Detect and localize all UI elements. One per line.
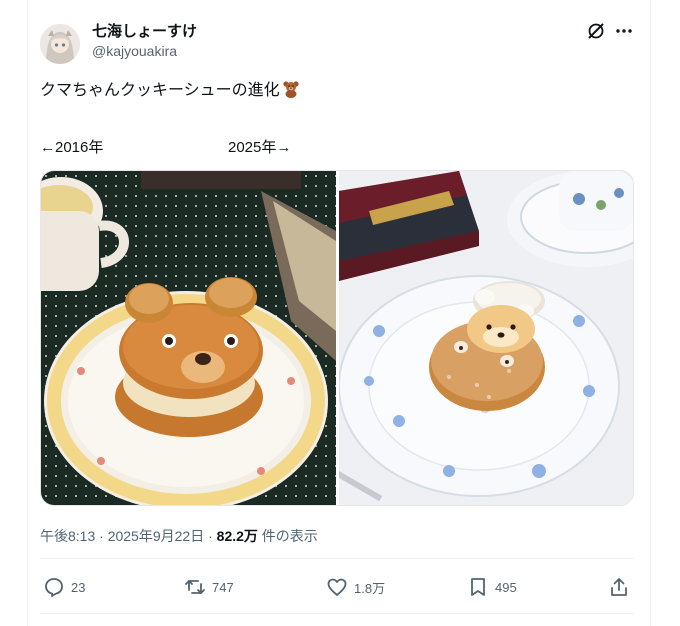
avatar[interactable] xyxy=(40,24,80,64)
user-handle[interactable]: @kajyouakira xyxy=(92,43,177,59)
meta-separator: · xyxy=(204,528,217,544)
post-time[interactable]: 午後8:13 xyxy=(40,528,95,544)
reply-button[interactable]: 23 xyxy=(43,576,85,598)
post-date[interactable]: 2025年9月22日 xyxy=(108,528,205,544)
label-2025: 2025年→ xyxy=(228,139,292,156)
bookmark-icon xyxy=(471,578,485,596)
reply-count: 23 xyxy=(71,579,86,595)
post-body: クマちゃんクッキーシューの進化 xyxy=(40,82,280,99)
reply-icon xyxy=(45,578,63,597)
repost-button[interactable]: 747 xyxy=(184,576,234,598)
label-2016: ←2016年 xyxy=(40,139,104,156)
repost-icon xyxy=(185,580,205,594)
share-button[interactable] xyxy=(608,576,636,598)
post-meta: 午後8:13 · 2025年9月22日 · 82.2万 件の表示 xyxy=(40,526,318,546)
post-text: クマちゃんクッキーシューの進化 xyxy=(40,80,300,104)
meta-separator: · xyxy=(95,528,108,544)
heart-icon xyxy=(327,578,347,596)
views-label: 件の表示 xyxy=(257,528,318,544)
media-grid xyxy=(40,170,634,506)
like-count: 1.8万 xyxy=(354,580,386,596)
photo-2025[interactable] xyxy=(339,171,633,505)
divider xyxy=(40,613,634,614)
more-icon[interactable] xyxy=(613,20,635,42)
like-button[interactable]: 1.8万 xyxy=(326,576,385,598)
repost-count: 747 xyxy=(212,579,234,595)
bookmark-count: 495 xyxy=(495,579,517,595)
share-icon xyxy=(611,578,627,596)
photo-2016[interactable] xyxy=(41,171,336,505)
grok-icon[interactable] xyxy=(585,20,607,42)
views-count: 82.2万 xyxy=(216,528,258,544)
bookmark-button[interactable]: 495 xyxy=(467,576,517,598)
divider xyxy=(40,558,634,559)
teddy-bear-emoji-icon xyxy=(282,80,300,104)
display-name[interactable]: 七海しょーすけ xyxy=(92,20,197,41)
